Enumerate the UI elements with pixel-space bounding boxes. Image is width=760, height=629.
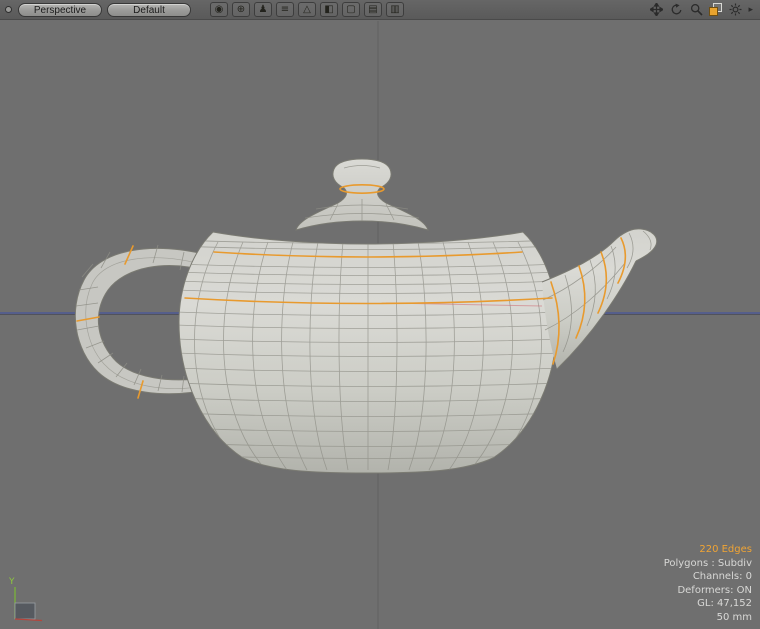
viewport-type-button[interactable]: Perspective — [18, 3, 102, 17]
topology-triangle-icon[interactable]: △ — [298, 2, 316, 17]
status-gl-count: GL: 47,152 — [664, 597, 752, 611]
matcap-bust-icon[interactable]: ♟ — [254, 2, 272, 17]
modo-viewport-window: Perspective Default ◉ ⊕ ♟ ≡ △ ◧ ▢ ▤ ▥ — [0, 0, 760, 629]
status-polygons: Polygons : Subdiv — [664, 557, 752, 571]
uv-grid-icon[interactable]: ◧ — [320, 2, 338, 17]
render-overlay-icon[interactable] — [709, 3, 722, 16]
status-edge-count: 220 Edges — [664, 543, 752, 557]
pan-icon[interactable] — [649, 3, 663, 17]
zoom-icon[interactable] — [689, 3, 703, 17]
wireframe-lines-icon[interactable]: ≡ — [276, 2, 294, 17]
view-nav-icons: ▸ — [649, 3, 755, 17]
shaded-sphere-icon[interactable]: ◉ — [210, 2, 228, 17]
teapot-model[interactable] — [75, 159, 656, 473]
page-back-icon[interactable]: ▥ — [386, 2, 404, 17]
view-mode-icons: ◉ ⊕ ♟ ≡ △ ◧ ▢ ▤ ▥ — [210, 2, 404, 17]
viewport-3d[interactable] — [0, 0, 760, 629]
viewport-status-readout: 220 Edges Polygons : Subdiv Channels: 0 … — [664, 543, 752, 624]
axis-gizmo: Y — [6, 573, 56, 625]
overlay-front-square — [709, 7, 718, 16]
expand-arrow-icon[interactable]: ▸ — [748, 3, 753, 17]
teapot-spout — [542, 229, 657, 369]
viewport-widget-icon[interactable] — [5, 6, 12, 13]
shading-style-button[interactable]: Default — [107, 3, 191, 17]
viewport-toolbar: Perspective Default ◉ ⊕ ♟ ≡ △ ◧ ▢ ▤ ▥ — [0, 0, 760, 20]
status-deformers: Deformers: ON — [664, 584, 752, 598]
status-channels: Channels: 0 — [664, 570, 752, 584]
environment-globe-icon[interactable]: ⊕ — [232, 2, 250, 17]
gear-icon[interactable] — [728, 3, 742, 17]
status-focal-length: 50 mm — [664, 611, 752, 625]
teapot-lid — [296, 159, 428, 230]
axis-x-line — [15, 619, 42, 621]
page-front-icon[interactable]: ▤ — [364, 2, 382, 17]
axis-y-label: Y — [8, 577, 15, 587]
orbit-icon[interactable] — [669, 3, 683, 17]
axis-plane-square — [15, 603, 35, 619]
rounded-square-icon[interactable]: ▢ — [342, 2, 360, 17]
